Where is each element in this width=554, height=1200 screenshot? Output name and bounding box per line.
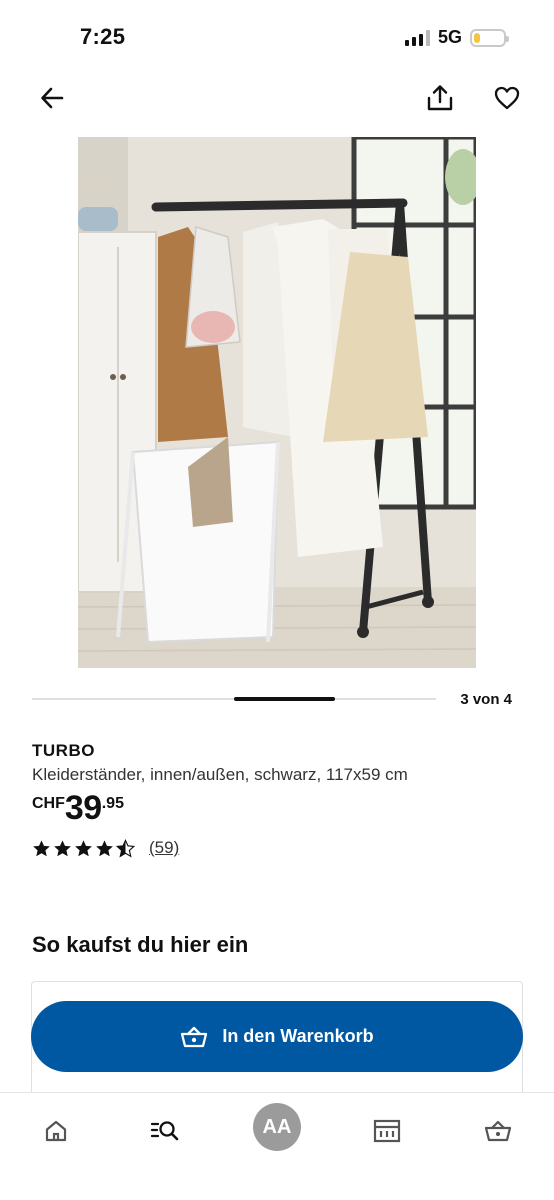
network-type: 5G bbox=[437, 27, 462, 47]
back-button[interactable] bbox=[36, 82, 68, 114]
top-navigation bbox=[0, 78, 554, 118]
status-bar: 7:25 5G bbox=[0, 0, 554, 72]
product-price: CHF 39 .95 bbox=[32, 790, 124, 826]
home-icon bbox=[45, 1120, 67, 1142]
add-to-cart-label: In den Warenkorb bbox=[222, 1026, 374, 1046]
section-title-how-to-buy: So kaufst du hier ein bbox=[32, 932, 249, 957]
signal-icon bbox=[404, 29, 430, 46]
status-time: 7:25 bbox=[80, 24, 126, 49]
tab-home[interactable] bbox=[32, 1107, 80, 1155]
star-full-icon bbox=[33, 839, 50, 856]
product-rating[interactable]: (59) bbox=[32, 838, 179, 858]
clothes-rack-photo bbox=[78, 137, 476, 668]
tab-search[interactable] bbox=[141, 1107, 189, 1155]
status-indicators: 5G bbox=[404, 27, 509, 48]
product-image[interactable] bbox=[78, 137, 476, 668]
carousel-position-thumb bbox=[234, 697, 335, 701]
store-icon bbox=[373, 1119, 401, 1143]
search-list-icon bbox=[150, 1121, 179, 1141]
tab-cart[interactable] bbox=[474, 1107, 522, 1155]
price-currency: CHF bbox=[32, 795, 65, 812]
product-name: TURBO bbox=[32, 741, 95, 760]
battery-icon bbox=[470, 28, 509, 47]
arrow-left-icon bbox=[41, 87, 64, 109]
shopping-basket-icon bbox=[484, 1120, 512, 1142]
price-main: 39 bbox=[64, 789, 102, 827]
price-cents: .95 bbox=[101, 795, 124, 812]
review-count-link[interactable]: (59) bbox=[149, 838, 179, 858]
product-description: Kleiderständer, innen/außen, schwarz, 11… bbox=[32, 765, 408, 784]
tab-account-avatar[interactable]: AA bbox=[253, 1103, 301, 1151]
star-full-icon bbox=[54, 839, 71, 856]
tab-stores[interactable] bbox=[363, 1107, 411, 1155]
star-full-icon bbox=[75, 839, 92, 856]
carousel-count: 3 von 4 bbox=[460, 691, 512, 708]
favorite-button[interactable] bbox=[491, 82, 523, 114]
shopping-basket-icon bbox=[181, 1026, 208, 1047]
star-half-icon bbox=[116, 838, 135, 857]
star-full-icon bbox=[96, 839, 113, 856]
image-carousel-indicator: 3 von 4 bbox=[32, 690, 522, 710]
share-button[interactable] bbox=[424, 82, 456, 114]
share-upload-icon bbox=[427, 85, 453, 111]
bottom-tab-bar: AA bbox=[0, 1092, 554, 1200]
add-to-cart-button[interactable]: In den Warenkorb bbox=[31, 1001, 523, 1072]
heart-outline-icon bbox=[494, 86, 520, 110]
